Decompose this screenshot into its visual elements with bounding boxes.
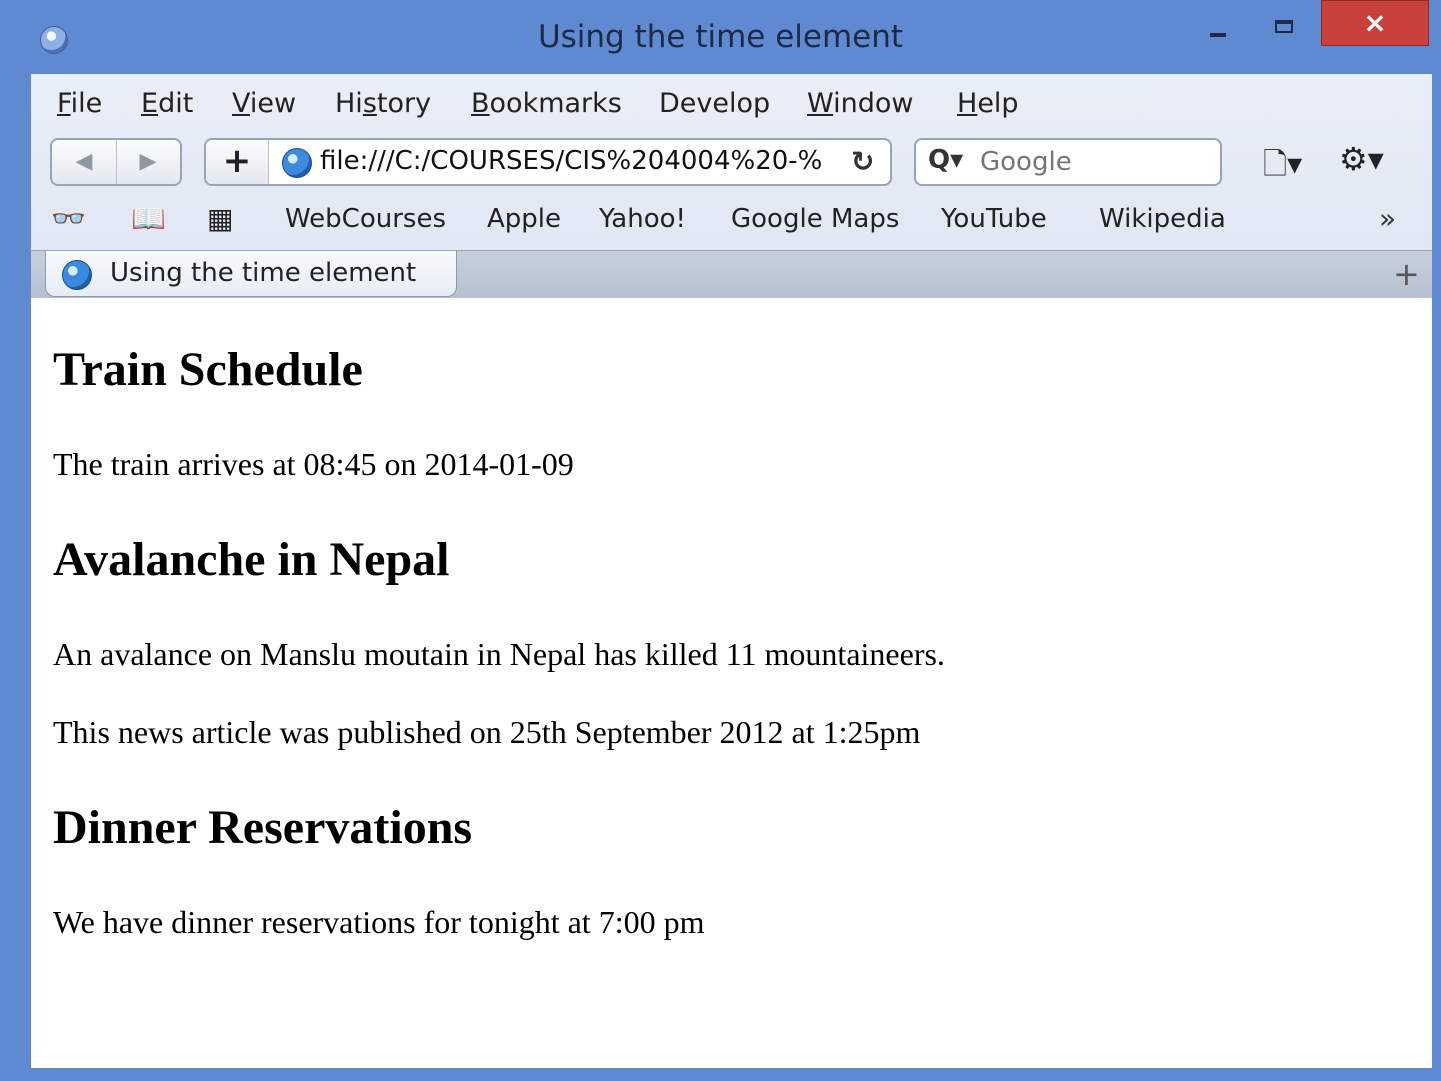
menu-window-label: indow (833, 88, 914, 119)
search-box[interactable]: Q▾ (914, 138, 1222, 186)
menu-file-label: ile (70, 88, 103, 119)
tab-bar: Using the time element + (31, 250, 1432, 298)
back-forward-group: ◀ ▶ (50, 138, 182, 186)
page-menu-icon[interactable]: 🗋▾ (1263, 142, 1302, 193)
avalanche-paragraph: An avalance on Manslu moutain in Nepal h… (53, 636, 945, 672)
add-bookmark-button[interactable]: + (206, 140, 269, 184)
address-bar[interactable]: + file:///C:/COURSES/CIS%204004%20-% ↻ (204, 138, 892, 186)
menu-history-label: tory (376, 88, 432, 119)
menu-view-accesskey: V (232, 88, 250, 119)
page-content: Train Schedule The train arrives at 08:4… (31, 298, 1432, 1068)
tab-using-the-time-element[interactable]: Using the time element (45, 251, 457, 297)
browser-window: Using the time element × File Edit View … (0, 0, 1441, 1081)
book-icon[interactable]: 📖 (131, 202, 166, 235)
dinner-paragraph: We have dinner reservations for tonight … (53, 904, 705, 940)
menu-edit-label: dit (158, 88, 194, 119)
tab-label: Using the time element (110, 258, 417, 288)
reload-icon[interactable]: ↻ (851, 145, 874, 178)
gear-icon[interactable]: ⚙▾ (1339, 140, 1384, 178)
menu-window[interactable]: Window (807, 88, 913, 119)
maximize-button[interactable] (1262, 0, 1308, 46)
menu-develop[interactable]: Develop (659, 88, 770, 119)
back-button[interactable]: ◀ (52, 140, 117, 184)
menu-help-label: elp (977, 88, 1019, 119)
published-paragraph: This news article was published on 25th … (53, 714, 921, 750)
url-text[interactable]: file:///C:/COURSES/CIS%204004%20-% (320, 146, 845, 176)
globe-icon (282, 148, 312, 178)
menu-history-accesskey: s (362, 88, 377, 119)
heading-dinner-reservations: Dinner Reservations (53, 801, 473, 854)
search-icon[interactable]: Q▾ (928, 145, 963, 175)
menu-file[interactable]: File (57, 88, 102, 119)
bookmark-wikipedia[interactable]: Wikipedia (1099, 204, 1226, 234)
bookmark-webcourses[interactable]: WebCourses (285, 204, 446, 234)
menu-edit[interactable]: Edit (141, 88, 193, 119)
menu-help[interactable]: Help (957, 88, 1019, 119)
reading-list-icon[interactable]: 👓 (51, 202, 86, 235)
new-tab-icon[interactable]: + (1393, 255, 1420, 293)
menu-bar: File Edit View History Bookmarks Develop… (31, 74, 1432, 132)
heading-avalanche: Avalanche in Nepal (53, 533, 450, 586)
menu-history-prefix: Hi (335, 88, 363, 119)
close-button[interactable]: × (1321, 0, 1429, 46)
tab-globe-icon (62, 260, 92, 290)
menu-file-accesskey: F (57, 88, 71, 119)
heading-train-schedule: Train Schedule (53, 343, 363, 396)
top-sites-grid-icon[interactable]: ▦ (207, 202, 233, 235)
menu-edit-accesskey: E (141, 88, 159, 119)
menu-window-accesskey: W (807, 88, 834, 119)
bookmark-google-maps[interactable]: Google Maps (731, 204, 899, 234)
menu-bookmarks[interactable]: Bookmarks (471, 88, 622, 119)
menu-view[interactable]: View (232, 88, 296, 119)
menu-bookmarks-accesskey: B (471, 88, 490, 119)
navigation-bar: ◀ ▶ + file:///C:/COURSES/CIS%204004%20-%… (31, 136, 1432, 192)
bookmark-yahoo[interactable]: Yahoo! (599, 204, 686, 234)
forward-button[interactable]: ▶ (116, 140, 180, 184)
title-bar: Using the time element × (0, 0, 1441, 74)
menu-view-label: iew (249, 88, 297, 119)
bookmark-apple[interactable]: Apple (487, 204, 561, 234)
menu-bookmarks-label: ookmarks (489, 88, 622, 119)
bookmark-youtube[interactable]: YouTube (941, 204, 1047, 234)
bookmarks-bar: 👓 📖 ▦ WebCourses Apple Yahoo! Google Map… (31, 198, 1432, 248)
minimize-button[interactable] (1196, 0, 1242, 46)
menu-history[interactable]: History (335, 88, 431, 119)
more-bookmarks-chevron-icon[interactable]: » (1379, 202, 1396, 235)
browser-chrome: File Edit View History Bookmarks Develop… (31, 74, 1432, 298)
menu-help-accesskey: H (957, 88, 978, 119)
search-input[interactable] (980, 144, 1210, 180)
train-paragraph: The train arrives at 08:45 on 2014-01-09 (53, 446, 574, 482)
